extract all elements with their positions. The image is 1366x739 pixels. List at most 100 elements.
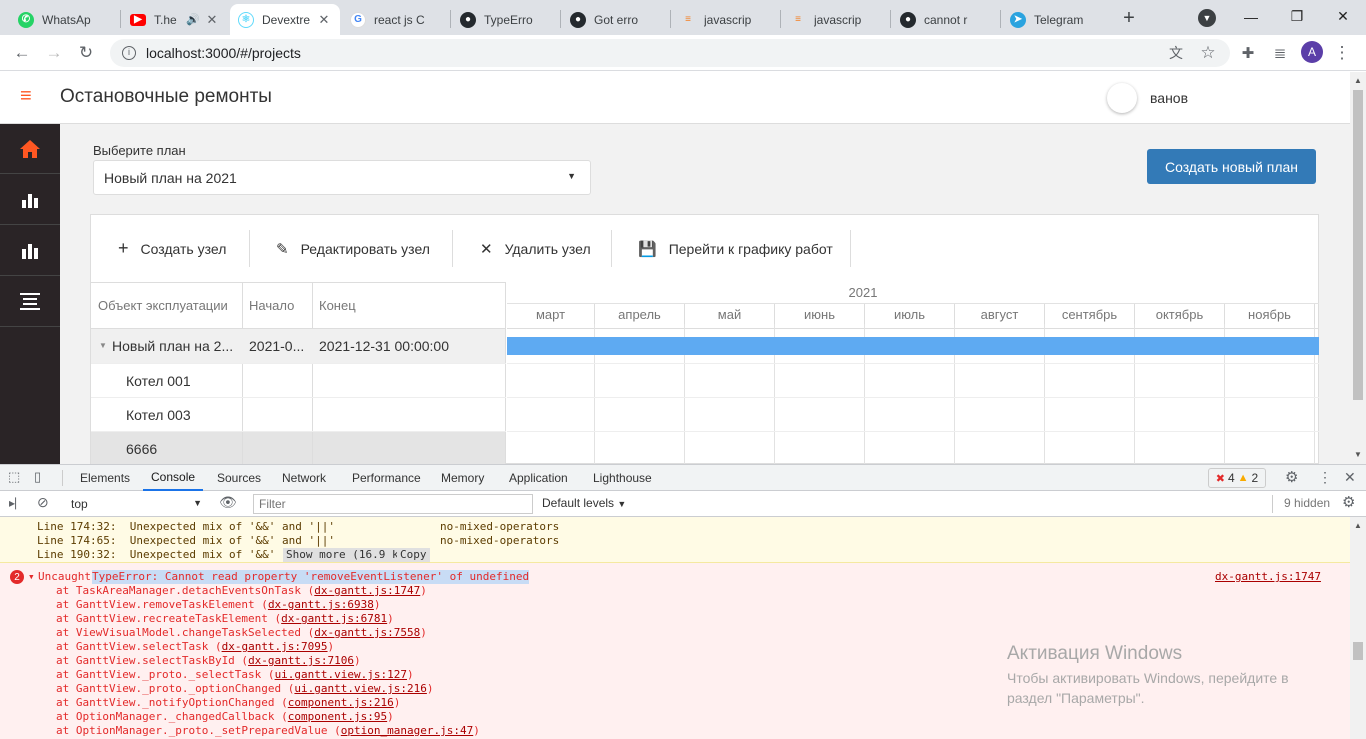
clear-console-icon[interactable]: ⊘: [37, 494, 49, 511]
table-row[interactable]: ▼ Новый план на 2... 2021-0... 2021-12-3…: [91, 329, 505, 363]
browser-tab[interactable]: ➤ Telegram: [1002, 4, 1106, 35]
column-header-start[interactable]: Начало: [249, 282, 313, 328]
plan-select[interactable]: Новый план на 2021 ▼: [93, 160, 591, 195]
console-scrollbar[interactable]: ▲: [1350, 517, 1366, 739]
column-header-end[interactable]: Конец: [319, 282, 499, 328]
browser-tab[interactable]: ● TypeErro: [452, 4, 558, 35]
error-source-link[interactable]: dx-gantt.js:1747: [1215, 570, 1321, 584]
page-scrollbar[interactable]: ▲ ▼: [1350, 72, 1366, 464]
console-settings-icon[interactable]: ⚙: [1342, 493, 1355, 511]
inspect-element-icon[interactable]: ⬚: [8, 469, 24, 485]
info-icon[interactable]: i: [122, 46, 136, 60]
scroll-down-icon[interactable]: ▼: [1354, 450, 1362, 459]
forward-icon[interactable]: →: [40, 39, 68, 67]
sidebar-toggle-icon[interactable]: ▸⎸: [9, 496, 27, 511]
log-levels-select[interactable]: Default levels ▼: [542, 496, 626, 510]
browser-tab[interactable]: ≡ javascrip: [782, 4, 888, 35]
browser-tab[interactable]: ● Got erro: [562, 4, 668, 35]
table-row[interactable]: 6666: [91, 432, 505, 465]
sidebar-item-home[interactable]: [0, 124, 60, 174]
bookmark-star-icon[interactable]: ☆: [1194, 39, 1222, 67]
tab-separator: [560, 10, 561, 28]
devtools-tab-performance[interactable]: Performance: [344, 465, 429, 491]
browser-tab[interactable]: ▶ T.he 🔊 ✕: [122, 4, 228, 35]
show-more-button[interactable]: Show more (16.9 kB): [283, 548, 415, 562]
edit-node-button[interactable]: ✎ Редактировать узел: [276, 220, 430, 277]
stack-link[interactable]: dx-gantt.js:6781: [281, 612, 387, 625]
browser-tab[interactable]: ✆ WhatsAp: [10, 4, 120, 35]
settings-gear-icon[interactable]: ⚙: [1285, 468, 1298, 486]
tab-title: T.he: [154, 12, 177, 27]
create-plan-button[interactable]: Создать новый план: [1147, 149, 1316, 184]
browser-tab[interactable]: ≡ javascrip: [672, 4, 778, 35]
speaker-icon[interactable]: 🔊: [186, 13, 200, 26]
browser-tab[interactable]: ● cannot r: [892, 4, 998, 35]
stack-link[interactable]: dx-gantt.js:7558: [314, 626, 420, 639]
close-devtools-icon[interactable]: ✕: [1344, 469, 1356, 486]
create-node-button[interactable]: + Создать узел: [118, 220, 226, 277]
close-icon[interactable]: ✕: [316, 12, 332, 28]
hamburger-menu-icon[interactable]: ≡: [20, 86, 40, 106]
maximize-button[interactable]: ❐: [1274, 0, 1320, 33]
user-name[interactable]: ванов: [1150, 90, 1188, 106]
gantt-task-bar[interactable]: [507, 337, 1319, 355]
stack-link[interactable]: ui.gantt.view.js:127: [275, 668, 407, 681]
device-toolbar-icon[interactable]: ▯: [34, 469, 50, 485]
reload-icon[interactable]: ↻: [72, 39, 100, 67]
stack-link[interactable]: dx-gantt.js:1747: [314, 584, 420, 597]
sidebar-item-list[interactable]: [0, 277, 60, 327]
gantt-timeline: 2021 март апрель май июнь июль август се…: [507, 282, 1319, 465]
devtools-tab-network[interactable]: Network: [274, 465, 334, 491]
translate-icon[interactable]: 文: [1162, 39, 1190, 67]
stack-link[interactable]: ui.gantt.view.js:216: [294, 682, 426, 695]
issue-counter[interactable]: ✖ 4 ▲ 2: [1208, 468, 1266, 488]
stack-link[interactable]: component.js:216: [288, 696, 394, 709]
eye-icon[interactable]: 👁: [219, 494, 237, 511]
browser-tab-active[interactable]: ⚛ Devextre ✕: [230, 4, 340, 35]
devtools-tab-application[interactable]: Application: [501, 465, 576, 491]
scroll-up-icon[interactable]: ▲: [1354, 76, 1362, 85]
expand-arrow-icon[interactable]: ▾: [28, 570, 35, 584]
column-header-object[interactable]: Объект эксплуатации: [98, 282, 243, 328]
stack-link[interactable]: option_manager.js:47: [341, 724, 473, 737]
profile-avatar[interactable]: A: [1301, 41, 1323, 63]
context-select[interactable]: top ▼: [64, 494, 206, 514]
github-icon: ●: [900, 11, 916, 28]
table-row[interactable]: Котел 001: [91, 364, 505, 398]
divider: [1272, 495, 1273, 513]
menu-kebab-icon[interactable]: ⋮: [1328, 39, 1356, 67]
more-options-icon[interactable]: ⋮: [1318, 469, 1332, 486]
copy-button[interactable]: Copy: [397, 548, 430, 562]
browser-tab[interactable]: G react js C: [342, 4, 448, 35]
stack-link[interactable]: dx-gantt.js:6938: [268, 598, 374, 611]
user-avatar[interactable]: [1107, 83, 1137, 113]
new-tab-button[interactable]: +: [1116, 5, 1142, 31]
extensions-icon[interactable]: ✚: [1234, 39, 1262, 67]
back-icon[interactable]: ←: [8, 39, 36, 67]
media-control-icon[interactable]: ≣: [1266, 39, 1294, 67]
stack-link[interactable]: component.js:95: [288, 710, 387, 723]
devtools-tab-sources[interactable]: Sources: [209, 465, 269, 491]
stack-link[interactable]: dx-gantt.js:7095: [222, 640, 328, 653]
stack-link[interactable]: dx-gantt.js:7106: [248, 654, 354, 667]
devtools-tab-lighthouse[interactable]: Lighthouse: [585, 465, 660, 491]
devtools-tab-console[interactable]: Console: [143, 465, 204, 491]
delete-node-button[interactable]: ✕ Удалить узел: [480, 220, 591, 277]
close-icon[interactable]: ✕: [204, 12, 220, 28]
sidebar-item-reports[interactable]: [0, 175, 60, 225]
console-filter-input[interactable]: [253, 494, 533, 514]
minimize-button[interactable]: —: [1228, 0, 1274, 33]
address-bar[interactable]: i localhost:3000/#/projects: [110, 39, 1230, 67]
scrollbar-thumb[interactable]: [1353, 90, 1363, 400]
devtools-tab-elements[interactable]: Elements: [72, 465, 138, 491]
table-row[interactable]: Котел 003: [91, 398, 505, 432]
devtools-tab-memory[interactable]: Memory: [433, 465, 492, 491]
sidebar-item-analytics[interactable]: [0, 226, 60, 276]
go-schedule-button[interactable]: 💾 Перейти к графику работ: [638, 220, 833, 277]
google-icon: G: [350, 11, 366, 28]
scroll-up-icon[interactable]: ▲: [1354, 521, 1362, 530]
chevron-down-icon[interactable]: ▼: [99, 341, 107, 350]
close-window-button[interactable]: ✕: [1320, 0, 1366, 33]
tab-search-icon[interactable]: ▼: [1198, 9, 1216, 27]
scrollbar-thumb[interactable]: [1353, 642, 1363, 660]
